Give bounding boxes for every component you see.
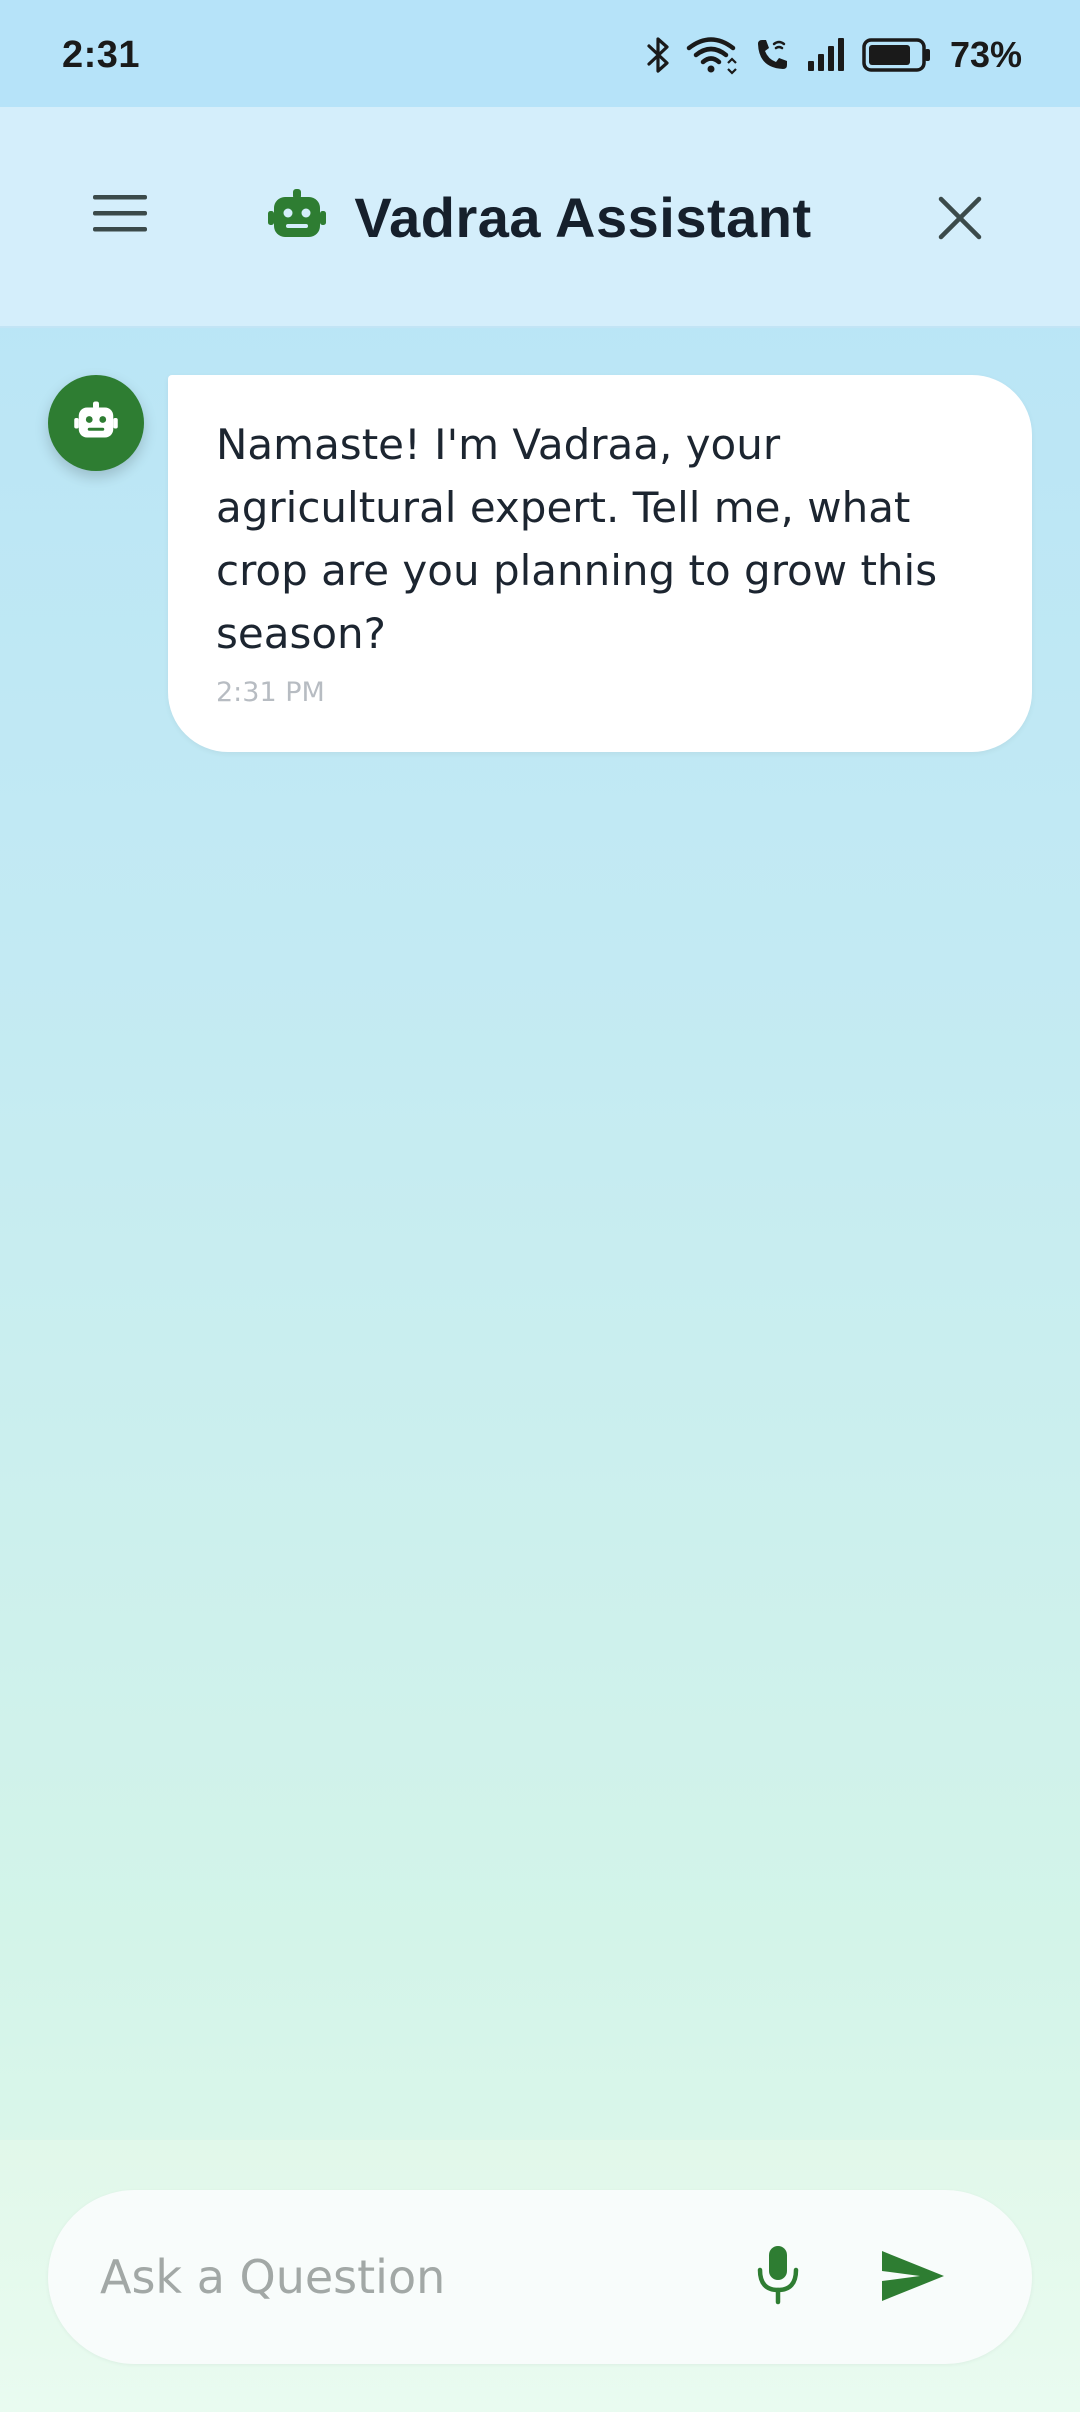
bluetooth-icon [646,35,672,75]
close-button[interactable] [920,185,1000,255]
header-title-group: Vadraa Assistant [0,177,1080,257]
send-icon [880,2247,946,2310]
question-input[interactable] [100,2238,700,2316]
message-timestamp: 2:31 PM [216,677,325,708]
robot-icon [74,400,118,447]
microphone-button[interactable] [738,2237,818,2317]
status-icons: 73% [646,30,1022,80]
page-title: Vadraa Assistant [354,185,812,249]
robot-icon [268,187,327,248]
battery-icon [862,35,932,75]
wifi-calling-icon [752,35,792,75]
close-icon [937,195,983,246]
signal-icon [806,35,848,75]
bot-message-bubble: Namaste! I'm Vadraa, your agricultural e… [168,375,1032,752]
status-bar: 2:31 73% [0,0,1080,107]
chat-area[interactable]: Namaste! I'm Vadraa, your agricultural e… [0,328,1080,2140]
input-bar [0,2140,1080,2412]
microphone-icon [756,2244,800,2311]
message-text: Namaste! I'm Vadraa, your agricultural e… [216,420,938,658]
battery-percent: 73% [949,34,1022,75]
wifi-icon [686,35,738,75]
avatar [48,375,144,471]
status-time: 2:31 [62,34,141,76]
question-input-container [48,2190,1032,2364]
send-button[interactable] [868,2233,958,2323]
app-header: Vadraa Assistant [0,107,1080,328]
